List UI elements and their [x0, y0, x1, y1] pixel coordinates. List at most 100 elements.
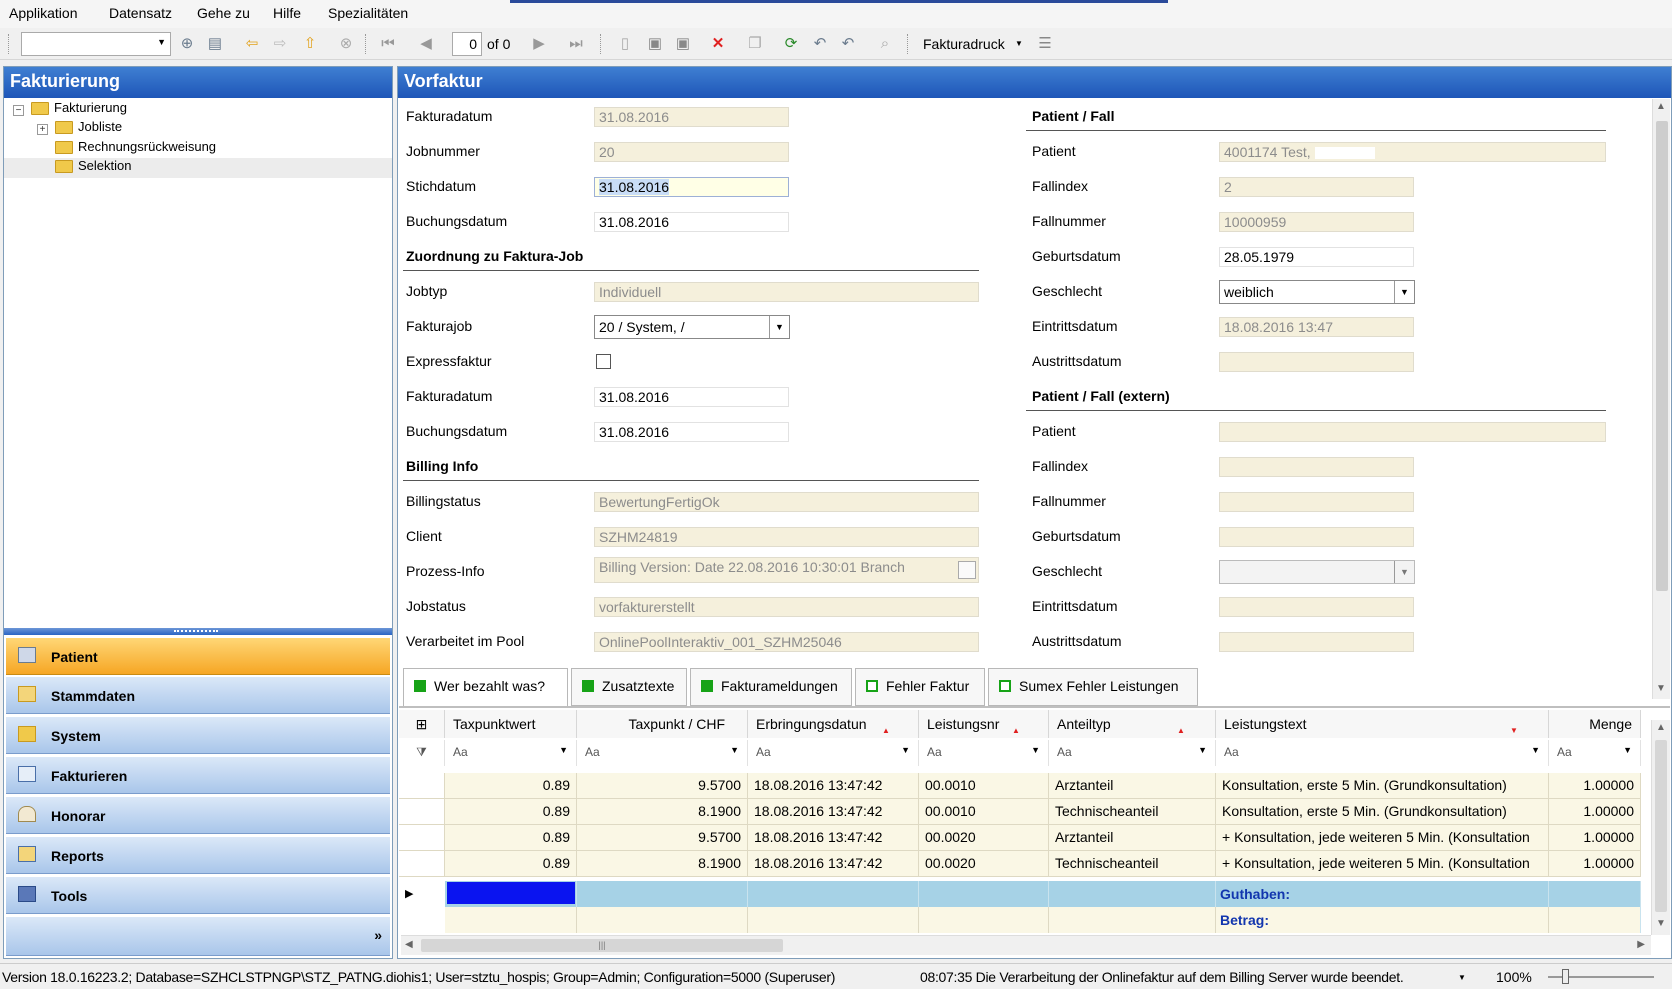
filter-taxpunktwert[interactable]: Aa ▼ — [445, 740, 577, 766]
nav-patient[interactable]: Patient — [6, 637, 390, 675]
menu-gehe-zu[interactable]: Gehe zu — [197, 5, 250, 21]
section-divider — [1026, 130, 1606, 131]
nav-reports[interactable]: Reports — [6, 836, 390, 874]
tree-item-jobliste[interactable]: Jobliste — [55, 119, 122, 139]
chevron-down-icon[interactable]: ▼ — [1656, 683, 1666, 694]
chevron-down-icon[interactable]: ▼ — [769, 316, 789, 338]
tree-item-selektion[interactable]: Selektion — [55, 158, 131, 178]
filter-anteiltyp[interactable]: Aa ▼ — [1049, 740, 1216, 766]
fakturadruck-button[interactable]: Fakturadruck — [923, 36, 1005, 52]
chevron-up-icon[interactable]: ▲ — [1656, 101, 1666, 112]
expand-icon[interactable]: + — [37, 124, 48, 135]
previous-record-icon[interactable]: ◀ — [416, 34, 436, 54]
column-header-leistungsnr[interactable]: Leistungsnr — [919, 710, 1049, 738]
filter-leistungstext[interactable]: Aa ▼ — [1216, 740, 1549, 766]
chevron-down-icon[interactable]: ▼ — [1015, 39, 1023, 48]
column-header-menge[interactable]: Menge — [1549, 710, 1641, 738]
filter-icon[interactable]: ⧩ — [399, 740, 445, 766]
menu-datensatz[interactable]: Datensatz — [109, 5, 172, 21]
billing-section-title: Billing Info — [406, 458, 479, 474]
binoculars-icon[interactable]: ⊕ — [177, 34, 197, 54]
arrow-up-icon[interactable]: ⇧ — [300, 34, 320, 54]
refresh-icon[interactable]: ⟳ — [781, 34, 801, 54]
grid-vertical-scrollbar[interactable]: ▲ ▼ — [1651, 720, 1670, 935]
tree-item-rechnungsrueckweisung[interactable]: Rechnungsrückweisung — [55, 139, 216, 159]
save-icon[interactable]: ▣ — [645, 34, 665, 54]
nav-system[interactable]: System — [6, 716, 390, 754]
scrollbar-thumb[interactable]: ||| — [421, 939, 783, 952]
expand-text-button[interactable] — [958, 561, 976, 579]
geschlecht-dropdown[interactable]: weiblich ▼ — [1219, 280, 1415, 304]
scrollbar-thumb[interactable] — [1655, 740, 1667, 912]
arrow-left-icon[interactable]: ⇦ — [242, 34, 262, 54]
tab-wer-bezahlt-was[interactable]: Wer bezahlt was? — [403, 668, 568, 706]
nav-stammdaten[interactable]: Stammdaten — [6, 676, 390, 714]
chevron-right-icon[interactable]: ▶ — [1637, 939, 1645, 950]
column-header-taxpunkt-chf[interactable]: Taxpunkt / CHF — [577, 710, 748, 738]
zoom-slider-handle[interactable] — [1562, 969, 1569, 984]
copy-icon[interactable]: ❐ — [745, 34, 765, 54]
splitter-handle[interactable] — [4, 628, 392, 635]
buchungsdatum-input[interactable]: 31.08.2016 — [594, 212, 789, 232]
nav-fakturieren[interactable]: Fakturieren — [6, 756, 390, 794]
expressfaktur-checkbox[interactable] — [596, 354, 611, 369]
search-form-icon[interactable]: ▤ — [205, 34, 225, 54]
new-document-icon[interactable]: ▯ — [615, 34, 635, 54]
fakturadatum2-input[interactable]: 31.08.2016 — [594, 387, 789, 407]
ext-geschlecht-dropdown[interactable]: ▼ — [1219, 560, 1415, 584]
delete-icon[interactable]: ✕ — [708, 34, 728, 54]
undo-icon[interactable]: ↶ — [810, 34, 830, 54]
nav-tools[interactable]: Tools — [6, 876, 390, 914]
tab-zusatztexte[interactable]: Zusatztexte — [571, 668, 687, 706]
filter-menge[interactable]: Aa ▼ — [1549, 740, 1641, 766]
scrollbar-thumb[interactable] — [1656, 121, 1668, 591]
table-cell: 00.0010 — [919, 773, 1049, 799]
chevron-left-icon[interactable]: ◀ — [405, 939, 413, 950]
chevron-down-icon[interactable]: ▼ — [1458, 973, 1466, 982]
row-selector[interactable] — [399, 773, 445, 799]
chevron-down-icon[interactable]: ▼ — [1656, 918, 1666, 929]
filter-leistungsnr[interactable]: Aa ▼ — [919, 740, 1049, 766]
options-icon[interactable]: ☰ — [1035, 34, 1055, 54]
form-scrollbar[interactable]: ▲ ▼ — [1652, 99, 1670, 699]
menu-spezialitaeten[interactable]: Spezialitäten — [328, 5, 408, 21]
column-header-anteiltyp[interactable]: Anteiltyp — [1049, 710, 1216, 738]
nav-honorar[interactable]: Honorar — [6, 796, 390, 834]
filter-taxpunkt-chf[interactable]: Aa ▼ — [577, 740, 748, 766]
undo-all-icon[interactable]: ↶ — [838, 34, 858, 54]
record-position-input[interactable]: 0 — [452, 32, 482, 56]
arrow-right-icon[interactable]: ⇨ — [270, 34, 290, 54]
chevron-up-icon[interactable]: ▲ — [1656, 722, 1666, 733]
grid-column-chooser-icon[interactable]: ⊞ — [399, 710, 445, 738]
chevron-down-icon[interactable]: ▼ — [1394, 281, 1414, 303]
row-selector[interactable] — [399, 851, 445, 877]
chevron-right-double-icon[interactable]: » — [374, 927, 382, 943]
tree-item-root[interactable]: Fakturierung — [31, 100, 127, 120]
collapse-icon[interactable]: − — [13, 105, 24, 116]
row-selector[interactable] — [399, 825, 445, 851]
filter-erbringungsdatum[interactable]: Aa ▼ — [748, 740, 919, 766]
menu-applikation[interactable]: Applikation — [9, 5, 78, 21]
last-record-icon[interactable]: ⏭ — [566, 34, 586, 54]
menu-hilfe[interactable]: Hilfe — [273, 5, 301, 21]
geburtsdatum-input[interactable]: 28.05.1979 — [1219, 247, 1414, 267]
next-record-icon[interactable]: ▶ — [529, 34, 549, 54]
grid-horizontal-scrollbar[interactable]: ◀ ||| ▶ — [401, 935, 1651, 955]
folder-icon — [55, 121, 73, 135]
chevron-down-icon[interactable]: ▼ — [1394, 561, 1414, 583]
first-record-icon[interactable]: ⏮ — [378, 34, 398, 54]
save-all-icon[interactable]: ▣ — [673, 34, 693, 54]
fakturajob-dropdown[interactable]: 20 / System, / ▼ — [594, 315, 790, 339]
column-header-taxpunktwert[interactable]: Taxpunktwert — [445, 710, 577, 738]
stichdatum-input[interactable]: 31.08.2016 — [594, 177, 789, 197]
preview-icon[interactable]: ⌕ — [875, 34, 895, 54]
buchungsdatum2-input[interactable]: 31.08.2016 — [594, 422, 789, 442]
column-header-leistungstext[interactable]: Leistungstext — [1216, 710, 1549, 738]
tab-fakturameldungen[interactable]: Fakturameldungen — [690, 668, 852, 706]
column-header-erbringungsdatum[interactable]: Erbringungsdatun — [748, 710, 919, 738]
row-selector[interactable] — [399, 799, 445, 825]
cancel-circle-icon[interactable]: ⊗ — [336, 34, 356, 54]
tab-sumex-fehler-leistungen[interactable]: Sumex Fehler Leistungen — [988, 668, 1198, 706]
toolbar-combo[interactable]: ▼ — [21, 32, 171, 56]
tab-fehler-faktur[interactable]: Fehler Faktur — [855, 668, 985, 706]
